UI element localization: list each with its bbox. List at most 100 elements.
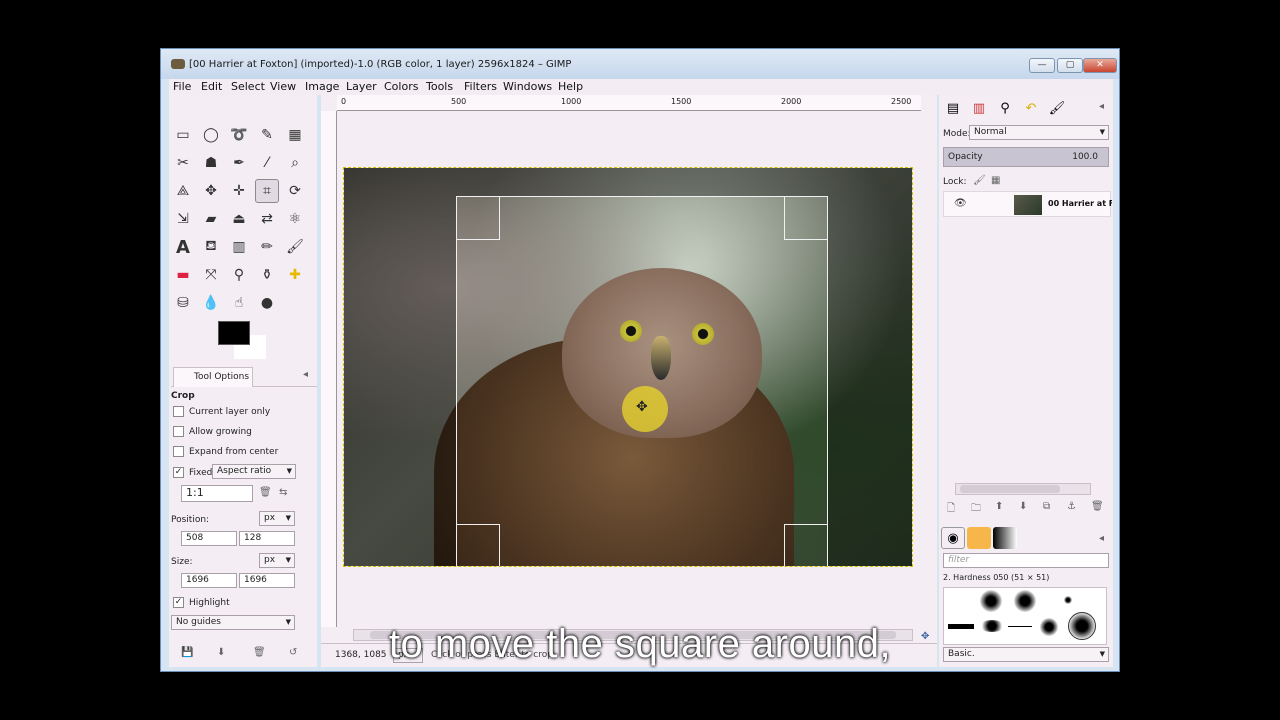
brush-tab-icon[interactable]: 🖌 (1045, 97, 1069, 119)
blur-tool-icon[interactable]: 💧 (199, 291, 223, 315)
dock-menu-icon[interactable]: ◂ (1099, 101, 1104, 112)
vertical-ruler[interactable] (321, 111, 337, 627)
scissors-tool-icon[interactable]: ✂ (171, 151, 195, 175)
undo-history-tab-icon[interactable]: ↶ (1019, 97, 1043, 119)
brush-item[interactable] (980, 590, 1002, 612)
expand-from-center-checkbox[interactable] (173, 446, 184, 457)
menu-layer[interactable]: Layer (346, 80, 377, 93)
color-picker-tool-icon[interactable]: ⁄ (255, 151, 279, 175)
lock-alpha-icon[interactable]: ▦ (991, 175, 1000, 186)
move-tool-icon[interactable]: ✥ (199, 179, 223, 203)
fixed-checkbox[interactable]: ✓ (173, 467, 184, 478)
new-layer-icon[interactable]: 🗋 (947, 501, 955, 518)
pencil-tool-icon[interactable]: ✏ (255, 235, 279, 259)
size-height-input[interactable]: 1696 (239, 573, 295, 588)
smudge-tool-icon[interactable]: ☝ (227, 291, 251, 315)
maximize-button[interactable]: ▢ (1057, 58, 1083, 73)
paths-tab-icon[interactable]: ⚲ (993, 97, 1017, 119)
ratio-input[interactable]: 1:1 (181, 485, 253, 502)
position-unit-dropdown[interactable]: px ▼ (259, 511, 295, 526)
allow-growing-checkbox[interactable] (173, 426, 184, 437)
tab-menu-icon[interactable]: ◂ (303, 369, 308, 380)
layer-row[interactable]: 👁 00 Harrier at Foxton (943, 191, 1112, 217)
layers-tab-icon[interactable]: ▤ (941, 97, 965, 119)
crop-rectangle[interactable] (456, 196, 828, 566)
ink-tool-icon[interactable]: ⚲ (227, 263, 251, 287)
minimize-button[interactable]: — (1029, 58, 1055, 73)
image-canvas[interactable]: ✥ (343, 167, 913, 567)
free-select-tool-icon[interactable]: ➰ (227, 123, 251, 147)
perspective-tool-icon[interactable]: ⏏ (227, 207, 251, 231)
clone-tool-icon[interactable]: ⚱ (255, 263, 279, 287)
rotate-tool-icon[interactable]: ⟳ (283, 179, 307, 203)
brush-item[interactable] (1064, 596, 1072, 604)
channels-tab-icon[interactable]: ▥ (967, 97, 991, 119)
select-by-color-tool-icon[interactable]: ▦ (283, 123, 307, 147)
highlight-checkbox[interactable]: ✓ (173, 597, 184, 608)
align-tool-icon[interactable]: ✛ (227, 179, 251, 203)
position-x-input[interactable]: 508 (181, 531, 237, 546)
fuzzy-select-tool-icon[interactable]: ✎ (255, 123, 279, 147)
brush-filter-input[interactable]: filter (943, 553, 1109, 568)
menu-tools[interactable]: Tools (426, 80, 453, 93)
brush-item[interactable] (1014, 590, 1036, 612)
patterns-tab-icon[interactable] (967, 527, 991, 549)
eye-icon[interactable]: 👁 (954, 198, 967, 209)
foreground-select-tool-icon[interactable]: ☗ (199, 151, 223, 175)
menu-filters[interactable]: Filters (464, 80, 497, 93)
ellipse-select-tool-icon[interactable]: ◯ (199, 123, 223, 147)
delete-layer-icon[interactable]: 🗑 (1091, 501, 1104, 512)
anchor-layer-icon[interactable]: ⚓ (1067, 501, 1076, 512)
opacity-slider[interactable]: Opacity 100.0 (943, 147, 1109, 167)
menu-select[interactable]: Select (231, 80, 265, 93)
paths-tool-icon[interactable]: ✒ (227, 151, 251, 175)
paintbrush-tool-icon[interactable]: 🖌 (283, 235, 307, 259)
size-width-input[interactable]: 1696 (181, 573, 237, 588)
duplicate-layer-icon[interactable]: ⧉ (1043, 501, 1050, 512)
orientation-icon[interactable]: ⇆ (279, 487, 287, 498)
crop-handle-bottom-left[interactable] (456, 524, 500, 566)
tab-tool-options[interactable]: Tool Options (173, 367, 253, 387)
cage-transform-tool-icon[interactable]: ⚛ (283, 207, 307, 231)
horizontal-ruler[interactable]: 0 500 1000 1500 2000 2500 (337, 95, 921, 111)
bucket-fill-tool-icon[interactable]: ⛾ (199, 235, 223, 259)
layers-scroll-thumb[interactable] (960, 485, 1060, 493)
layers-horizontal-scrollbar[interactable] (955, 483, 1091, 495)
mode-dropdown[interactable]: Normal ▼ (969, 125, 1109, 140)
menu-help[interactable]: Help (558, 80, 583, 93)
crop-handle-bottom-right[interactable] (784, 524, 828, 566)
brushes-dock-menu-icon[interactable]: ◂ (1099, 533, 1104, 544)
crop-tool-icon[interactable]: ⌗ (255, 179, 279, 203)
dodge-burn-tool-icon[interactable]: ● (255, 291, 279, 315)
menu-windows[interactable]: Windows (503, 80, 552, 93)
perspective-clone-tool-icon[interactable]: ⛁ (171, 291, 195, 315)
foreground-color-swatch[interactable] (218, 321, 250, 345)
scale-tool-icon[interactable]: ⇲ (171, 207, 195, 231)
lock-pixels-icon[interactable]: 🖌 (973, 175, 986, 186)
menu-edit[interactable]: Edit (201, 80, 222, 93)
menu-view[interactable]: View (270, 80, 296, 93)
gradients-tab-icon[interactable] (993, 527, 1017, 549)
eraser-tool-icon[interactable]: ▬ (171, 263, 195, 287)
menu-colors[interactable]: Colors (384, 80, 418, 93)
position-y-input[interactable]: 128 (239, 531, 295, 546)
heal-tool-icon[interactable]: ✚ (283, 263, 307, 287)
menu-file[interactable]: File (173, 80, 191, 93)
current-layer-only-checkbox[interactable] (173, 406, 184, 417)
crop-handle-top-right[interactable] (784, 196, 828, 240)
raise-layer-icon[interactable]: ⬆ (995, 501, 1003, 512)
lower-layer-icon[interactable]: ⬇ (1019, 501, 1027, 512)
shear-tool-icon[interactable]: ▰ (199, 207, 223, 231)
crop-handle-top-left[interactable] (456, 196, 500, 240)
new-layer-group-icon[interactable]: 🗀 (971, 501, 981, 518)
size-unit-dropdown[interactable]: px ▼ (259, 553, 295, 568)
clear-ratio-icon[interactable]: 🗑 (259, 487, 272, 498)
airbrush-tool-icon[interactable]: ⤧ (199, 263, 223, 287)
menu-image[interactable]: Image (305, 80, 339, 93)
flip-tool-icon[interactable]: ⇄ (255, 207, 279, 231)
zoom-tool-icon[interactable]: ⌕ (283, 151, 307, 175)
title-bar[interactable]: [00 Harrier at Foxton] (imported)-1.0 (R… (161, 49, 1119, 79)
close-button[interactable]: ✕ (1083, 58, 1117, 73)
brushes-tab-icon[interactable]: ◉ (941, 527, 965, 549)
measure-tool-icon[interactable]: ⟁ (171, 179, 195, 203)
